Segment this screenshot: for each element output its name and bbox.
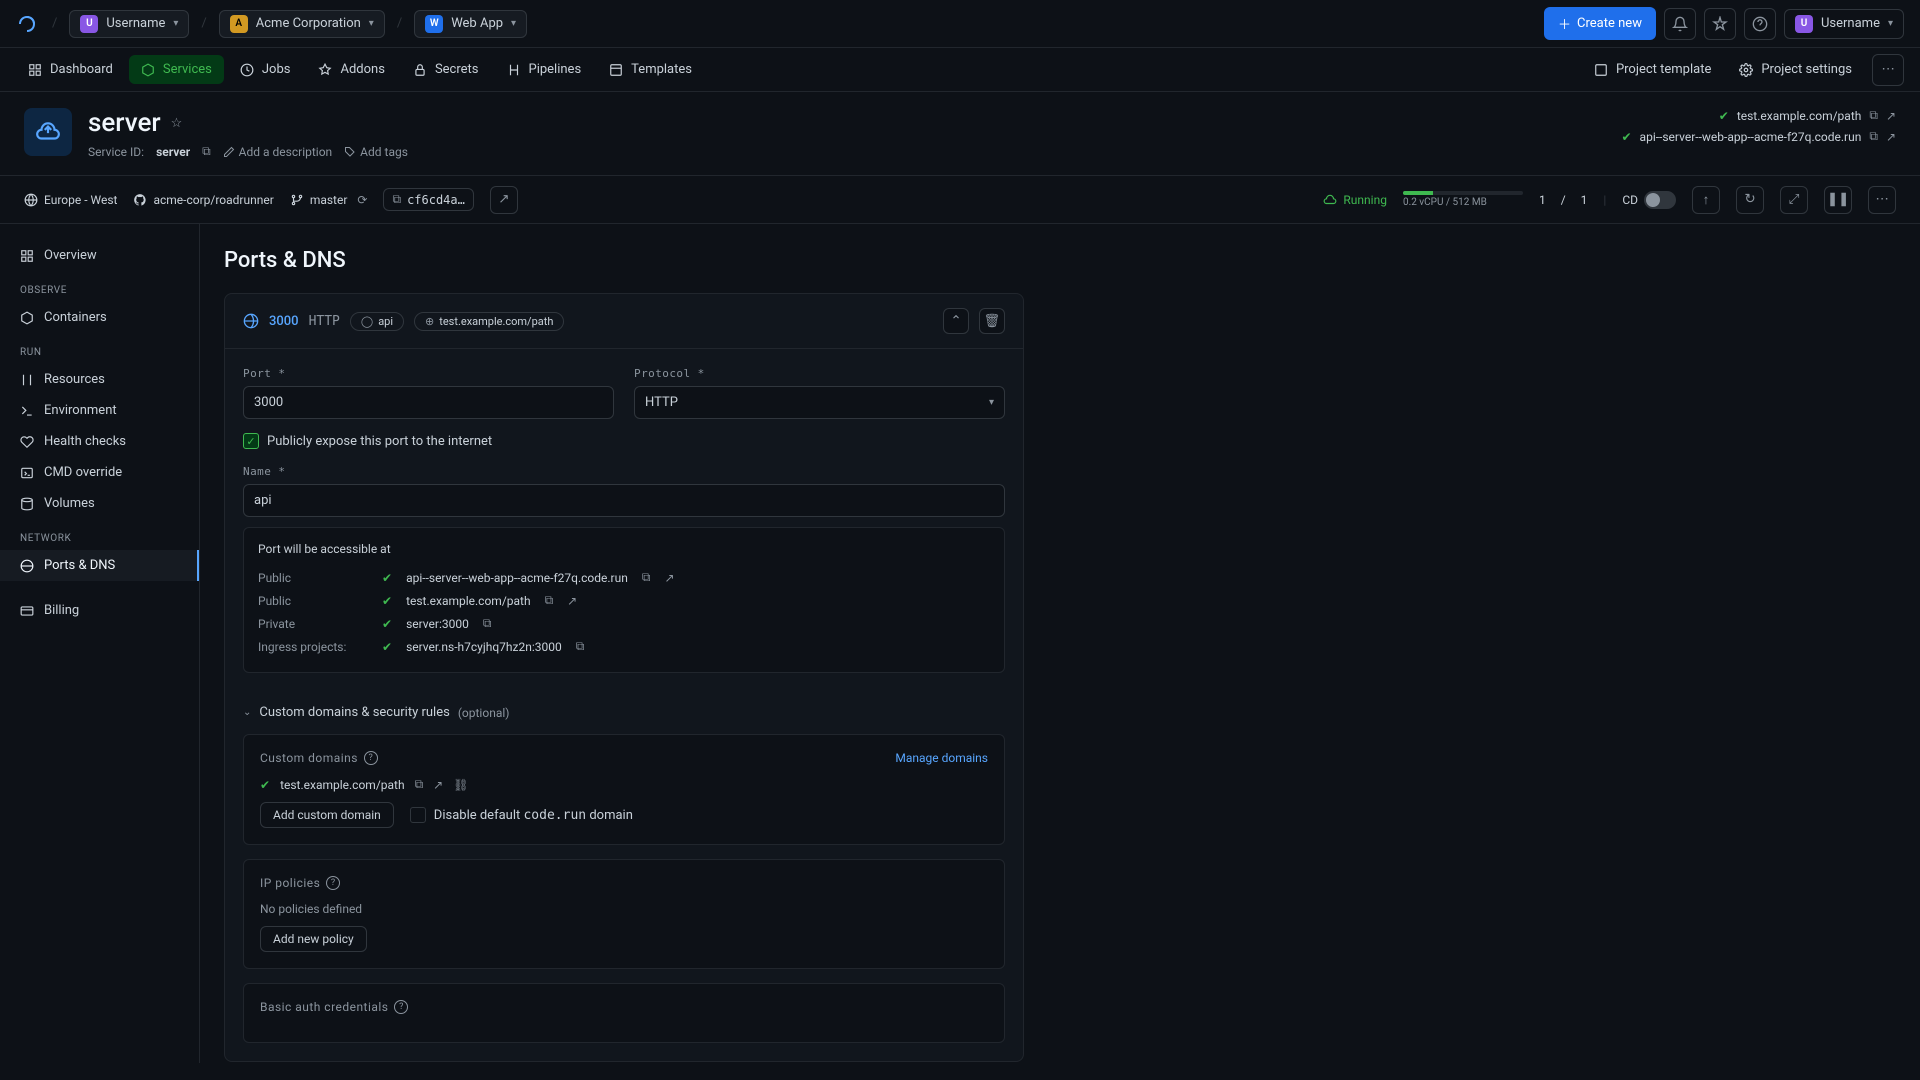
sync-icon[interactable]: ⟳ (357, 193, 367, 207)
copy-icon[interactable]: ⧉ (576, 639, 585, 654)
scale-button[interactable]: ⤢ (1780, 186, 1808, 214)
tab-templates[interactable]: Templates (597, 55, 704, 84)
port-name-input[interactable] (243, 484, 1005, 517)
service-url: ✔ test.example.com/path ⧉ ↗ (1719, 108, 1896, 123)
breadcrumb-user[interactable]: U Username ▾ (69, 10, 189, 38)
page-title: Ports & DNS (224, 248, 1896, 273)
copy-icon[interactable]: ⧉ (415, 777, 424, 792)
add-tags[interactable]: Add tags (344, 145, 408, 159)
tab-jobs[interactable]: Jobs (228, 55, 303, 84)
copy-icon[interactable]: ⧉ (545, 593, 554, 608)
access-row: Private✔server:3000⧉ (258, 612, 990, 635)
project-settings-button[interactable]: Project settings (1731, 56, 1860, 83)
project-template-button[interactable]: Project template (1586, 56, 1719, 83)
star-icon[interactable]: ☆ (171, 116, 183, 131)
commit-sha[interactable]: ⧉cf6cd4a… (383, 188, 473, 211)
add-policy-button[interactable]: Add new policy (260, 926, 367, 952)
chevron-down-icon: ▾ (1888, 18, 1893, 29)
unlink-icon[interactable]: ⛓ (453, 778, 468, 792)
help-button[interactable] (1744, 8, 1776, 40)
sidebar-environment[interactable]: Environment (0, 395, 199, 426)
copy-icon[interactable]: ⧉ (483, 616, 492, 631)
more-button[interactable]: ⋯ (1872, 54, 1904, 86)
chevron-down-icon: ▾ (369, 18, 374, 29)
user-menu[interactable]: U Username ▾ (1784, 9, 1904, 39)
resource-usage: 0.2 vCPU / 512 MB (1403, 191, 1523, 208)
tab-dashboard[interactable]: Dashboard (16, 55, 125, 84)
protocol-select[interactable]: HTTP▾ (634, 386, 1005, 419)
plus-icon: ＋ (1558, 14, 1571, 33)
name-badge: ◯api (350, 312, 404, 331)
tab-services[interactable]: Services (129, 55, 224, 84)
access-row: Public✔api--server--web-app--acme-f27q.c… (258, 566, 990, 589)
cd-toggle[interactable]: CD (1622, 191, 1676, 209)
branch[interactable]: master⟳ (290, 193, 368, 207)
sidebar-resources[interactable]: Resources (0, 364, 199, 395)
access-row: Public✔test.example.com/path⧉↗ (258, 589, 990, 612)
shield-check-icon: ✔ (1719, 109, 1729, 123)
globe-icon (243, 313, 259, 329)
access-row: Ingress projects:✔server.ns-h7cyjhq7hz2n… (258, 635, 990, 658)
tab-addons[interactable]: Addons (306, 55, 396, 84)
chevron-down-icon: ▾ (173, 18, 178, 29)
shield-check-icon: ✔ (260, 778, 270, 792)
feedback-button[interactable] (1704, 8, 1736, 40)
copy-icon[interactable]: ⧉ (202, 144, 211, 159)
manage-domains-link[interactable]: Manage domains (895, 751, 988, 765)
copy-icon[interactable]: ⧉ (642, 570, 651, 585)
service-title: server (88, 108, 161, 138)
custom-domains-toggle[interactable]: ⌄ Custom domains & security rules (optio… (225, 691, 1023, 734)
sidebar-billing[interactable]: Billing (0, 595, 199, 626)
sidebar-ports-dns[interactable]: Ports & DNS (0, 550, 199, 581)
pause-button[interactable]: ❚❚ (1824, 186, 1852, 214)
notifications-button[interactable] (1664, 8, 1696, 40)
repo[interactable]: acme-corp/roadrunner (133, 193, 273, 207)
breadcrumb-project[interactable]: W Web App ▾ (414, 10, 527, 38)
service-icon (24, 108, 72, 156)
chevron-down-icon: ▾ (511, 18, 516, 29)
add-description[interactable]: Add a description (223, 145, 333, 159)
create-new-button[interactable]: ＋ Create new (1544, 7, 1656, 40)
external-link-icon[interactable]: ↗ (664, 571, 674, 585)
restart-button[interactable]: ↻ (1736, 186, 1764, 214)
instance-count: 1 / 1 (1539, 193, 1587, 207)
help-icon[interactable]: ? (364, 751, 378, 765)
logo[interactable] (16, 12, 40, 36)
port-input[interactable] (243, 386, 614, 419)
disable-default-checkbox[interactable]: ✓ (410, 807, 426, 823)
breadcrumb-org[interactable]: A Acme Corporation ▾ (219, 10, 385, 38)
sidebar-volumes[interactable]: Volumes (0, 488, 199, 519)
tab-secrets[interactable]: Secrets (401, 55, 491, 84)
help-icon[interactable]: ? (394, 1000, 408, 1014)
shield-check-icon: ✔ (1621, 130, 1631, 144)
copy-icon[interactable]: ⧉ (1869, 129, 1878, 144)
service-url: ✔ api--server--web-app--acme-f27q.code.r… (1621, 129, 1896, 144)
copy-icon[interactable]: ⧉ (1869, 108, 1878, 123)
more-actions-button[interactable]: ⋯ (1868, 186, 1896, 214)
collapse-button[interactable]: ⌃ (943, 308, 969, 334)
external-link-icon[interactable]: ↗ (1886, 109, 1896, 123)
delete-port-button[interactable]: 🗑 (979, 308, 1005, 334)
open-commit-button[interactable]: ↗ (490, 186, 518, 214)
external-link-icon[interactable]: ↗ (433, 778, 443, 792)
deploy-button[interactable]: ↑ (1692, 186, 1720, 214)
run-state: Running (1323, 193, 1387, 207)
sidebar-containers[interactable]: Containers (0, 302, 199, 333)
external-link-icon[interactable]: ↗ (1886, 130, 1896, 144)
sidebar-cmd[interactable]: CMD override (0, 457, 199, 488)
domain-badge: ⊕test.example.com/path (414, 312, 564, 331)
external-link-icon[interactable]: ↗ (567, 594, 577, 608)
sidebar-health[interactable]: Health checks (0, 426, 199, 457)
sidebar-overview[interactable]: Overview (0, 240, 199, 271)
chevron-down-icon: ⌄ (243, 707, 251, 718)
region: Europe - West (24, 193, 117, 207)
add-custom-domain-button[interactable]: Add custom domain (260, 802, 394, 828)
tab-pipelines[interactable]: Pipelines (495, 55, 594, 84)
copy-icon: ⧉ (392, 192, 401, 207)
help-icon[interactable]: ? (326, 876, 340, 890)
expose-checkbox[interactable]: ✓ (243, 433, 259, 449)
